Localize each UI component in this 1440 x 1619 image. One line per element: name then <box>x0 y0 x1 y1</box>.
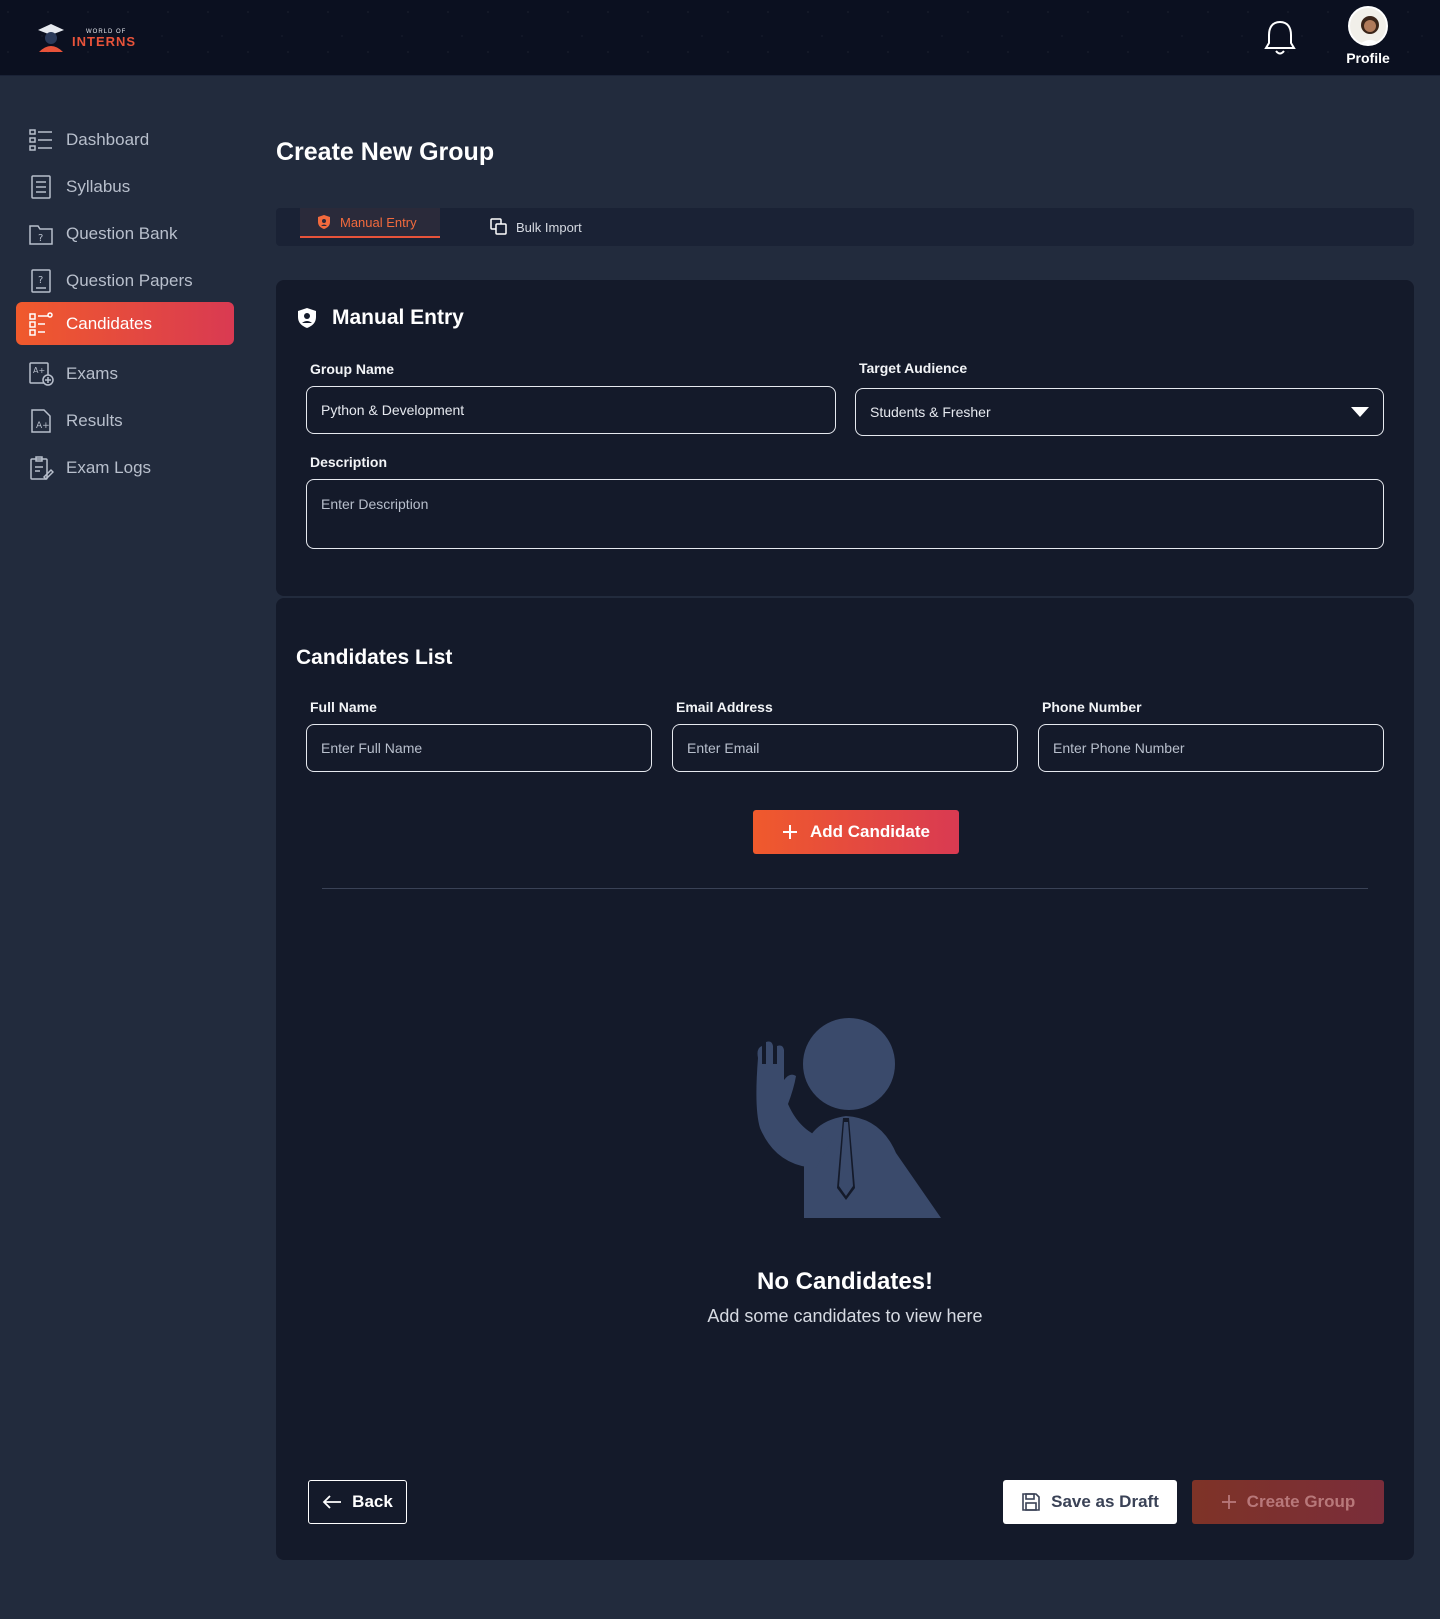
group-name-label: Group Name <box>310 361 395 377</box>
copy-icon <box>490 218 507 235</box>
tab-label: Bulk Import <box>516 219 582 235</box>
sidebar-item-question-bank[interactable]: ? Question Bank <box>16 212 234 255</box>
empty-state-subtitle: Add some candidates to view here <box>707 1306 983 1326</box>
sidebar-item-label: Candidates <box>66 313 153 333</box>
tab-manual-entry[interactable]: Manual Entry <box>300 208 440 238</box>
avatar <box>1348 6 1388 46</box>
sidebar-item-exam-logs[interactable]: Exam Logs <box>16 446 234 489</box>
svg-text:A+: A+ <box>36 421 50 431</box>
entry-tabs: Manual Entry Bulk Import <box>276 208 1414 246</box>
sidebar-item-candidates[interactable]: Candidates <box>16 302 234 345</box>
back-button[interactable]: Back <box>308 1480 407 1524</box>
candidates-card: Candidates List Full Name Enter Full Nam… <box>276 598 1414 1560</box>
notification-bell-icon[interactable] <box>1262 18 1298 58</box>
save-draft-button[interactable]: Save as Draft <box>1003 1480 1177 1524</box>
shield-user-icon <box>298 308 316 328</box>
waving-person-icon <box>756 1018 941 1218</box>
target-audience-label: Target Audience <box>859 360 968 376</box>
target-audience-select[interactable]: Students & Fresher <box>855 388 1384 436</box>
arrow-left-icon <box>322 1495 342 1509</box>
email-label: Email Address <box>676 699 773 715</box>
save-icon <box>1022 1493 1040 1511</box>
exams-icon: A+ <box>29 361 54 386</box>
sidebar-item-label: Question Bank <box>66 223 178 243</box>
back-label: Back <box>352 1492 393 1511</box>
create-group-button[interactable]: Create Group <box>1192 1480 1384 1524</box>
tab-label: Manual Entry <box>340 214 417 230</box>
empty-state-title: No Candidates! <box>756 1268 933 1295</box>
section-title-text: Manual Entry <box>332 306 464 329</box>
full-name-input[interactable]: Enter Full Name <box>306 724 652 772</box>
target-audience-value: Students & Fresher <box>870 404 991 420</box>
candidates-icon <box>29 311 53 336</box>
phone-label: Phone Number <box>1042 699 1142 715</box>
email-input[interactable]: Enter Email <box>672 724 1018 772</box>
sidebar: Dashboard Syllabus ? Question Bank ? Que… <box>0 76 248 1619</box>
profile-menu[interactable]: Profile <box>1340 6 1396 66</box>
candidates-heading: Candidates List <box>296 646 452 670</box>
page-title: Create New Group <box>276 138 495 166</box>
svg-text:A+: A+ <box>33 366 45 375</box>
sidebar-item-label: Dashboard <box>66 129 150 149</box>
phone-input[interactable]: Enter Phone Number <box>1038 724 1384 772</box>
exam-logs-icon <box>30 455 54 480</box>
add-candidate-button[interactable]: Add Candidate <box>753 810 959 854</box>
create-group-label: Create Group <box>1246 1492 1356 1511</box>
description-textarea[interactable]: Enter Description <box>306 479 1384 549</box>
full-name-label: Full Name <box>310 699 377 715</box>
sidebar-item-dashboard[interactable]: Dashboard <box>16 118 234 161</box>
group-name-input[interactable]: Python & Development <box>306 386 836 434</box>
results-icon: A+ <box>31 408 51 433</box>
sidebar-item-question-papers[interactable]: ? Question Papers <box>16 259 234 302</box>
svg-text:?: ? <box>38 233 43 244</box>
sidebar-item-label: Results <box>66 410 123 430</box>
tab-bulk-import[interactable]: Bulk Import <box>490 212 582 242</box>
logo-big-text: INTERNS <box>72 33 137 49</box>
svg-text:?: ? <box>38 275 43 286</box>
add-candidate-label: Add Candidate <box>810 822 930 841</box>
divider <box>322 888 1368 889</box>
sidebar-item-label: Syllabus <box>66 176 131 196</box>
sidebar-item-exams[interactable]: A+ Exams <box>16 352 234 395</box>
shield-user-icon <box>318 215 330 229</box>
plus-icon <box>1221 1495 1236 1509</box>
syllabus-icon <box>31 174 51 199</box>
sidebar-item-syllabus[interactable]: Syllabus <box>16 165 234 208</box>
top-bar: WORLD OF INTERNS Profile <box>0 0 1440 76</box>
question-papers-icon: ? <box>31 268 51 293</box>
manual-entry-heading: Manual Entry <box>296 306 464 330</box>
plus-icon <box>783 825 798 839</box>
sidebar-item-results[interactable]: A+ Results <box>16 399 234 442</box>
question-bank-icon: ? <box>29 224 53 245</box>
manual-entry-card: Manual Entry Group Name Python & Develop… <box>276 280 1414 596</box>
sidebar-item-label: Question Papers <box>66 270 193 290</box>
sidebar-item-label: Exams <box>66 363 118 383</box>
logo[interactable]: WORLD OF INTERNS <box>34 22 136 54</box>
chevron-down-icon <box>1351 407 1369 417</box>
logo-mascot-icon <box>38 24 64 52</box>
dashboard-icon <box>29 128 52 151</box>
sidebar-item-label: Exam Logs <box>66 457 152 477</box>
save-draft-label: Save as Draft <box>1051 1492 1159 1511</box>
section-title-text: Candidates List <box>296 646 453 669</box>
description-label: Description <box>310 454 388 470</box>
profile-label: Profile <box>1346 50 1390 66</box>
